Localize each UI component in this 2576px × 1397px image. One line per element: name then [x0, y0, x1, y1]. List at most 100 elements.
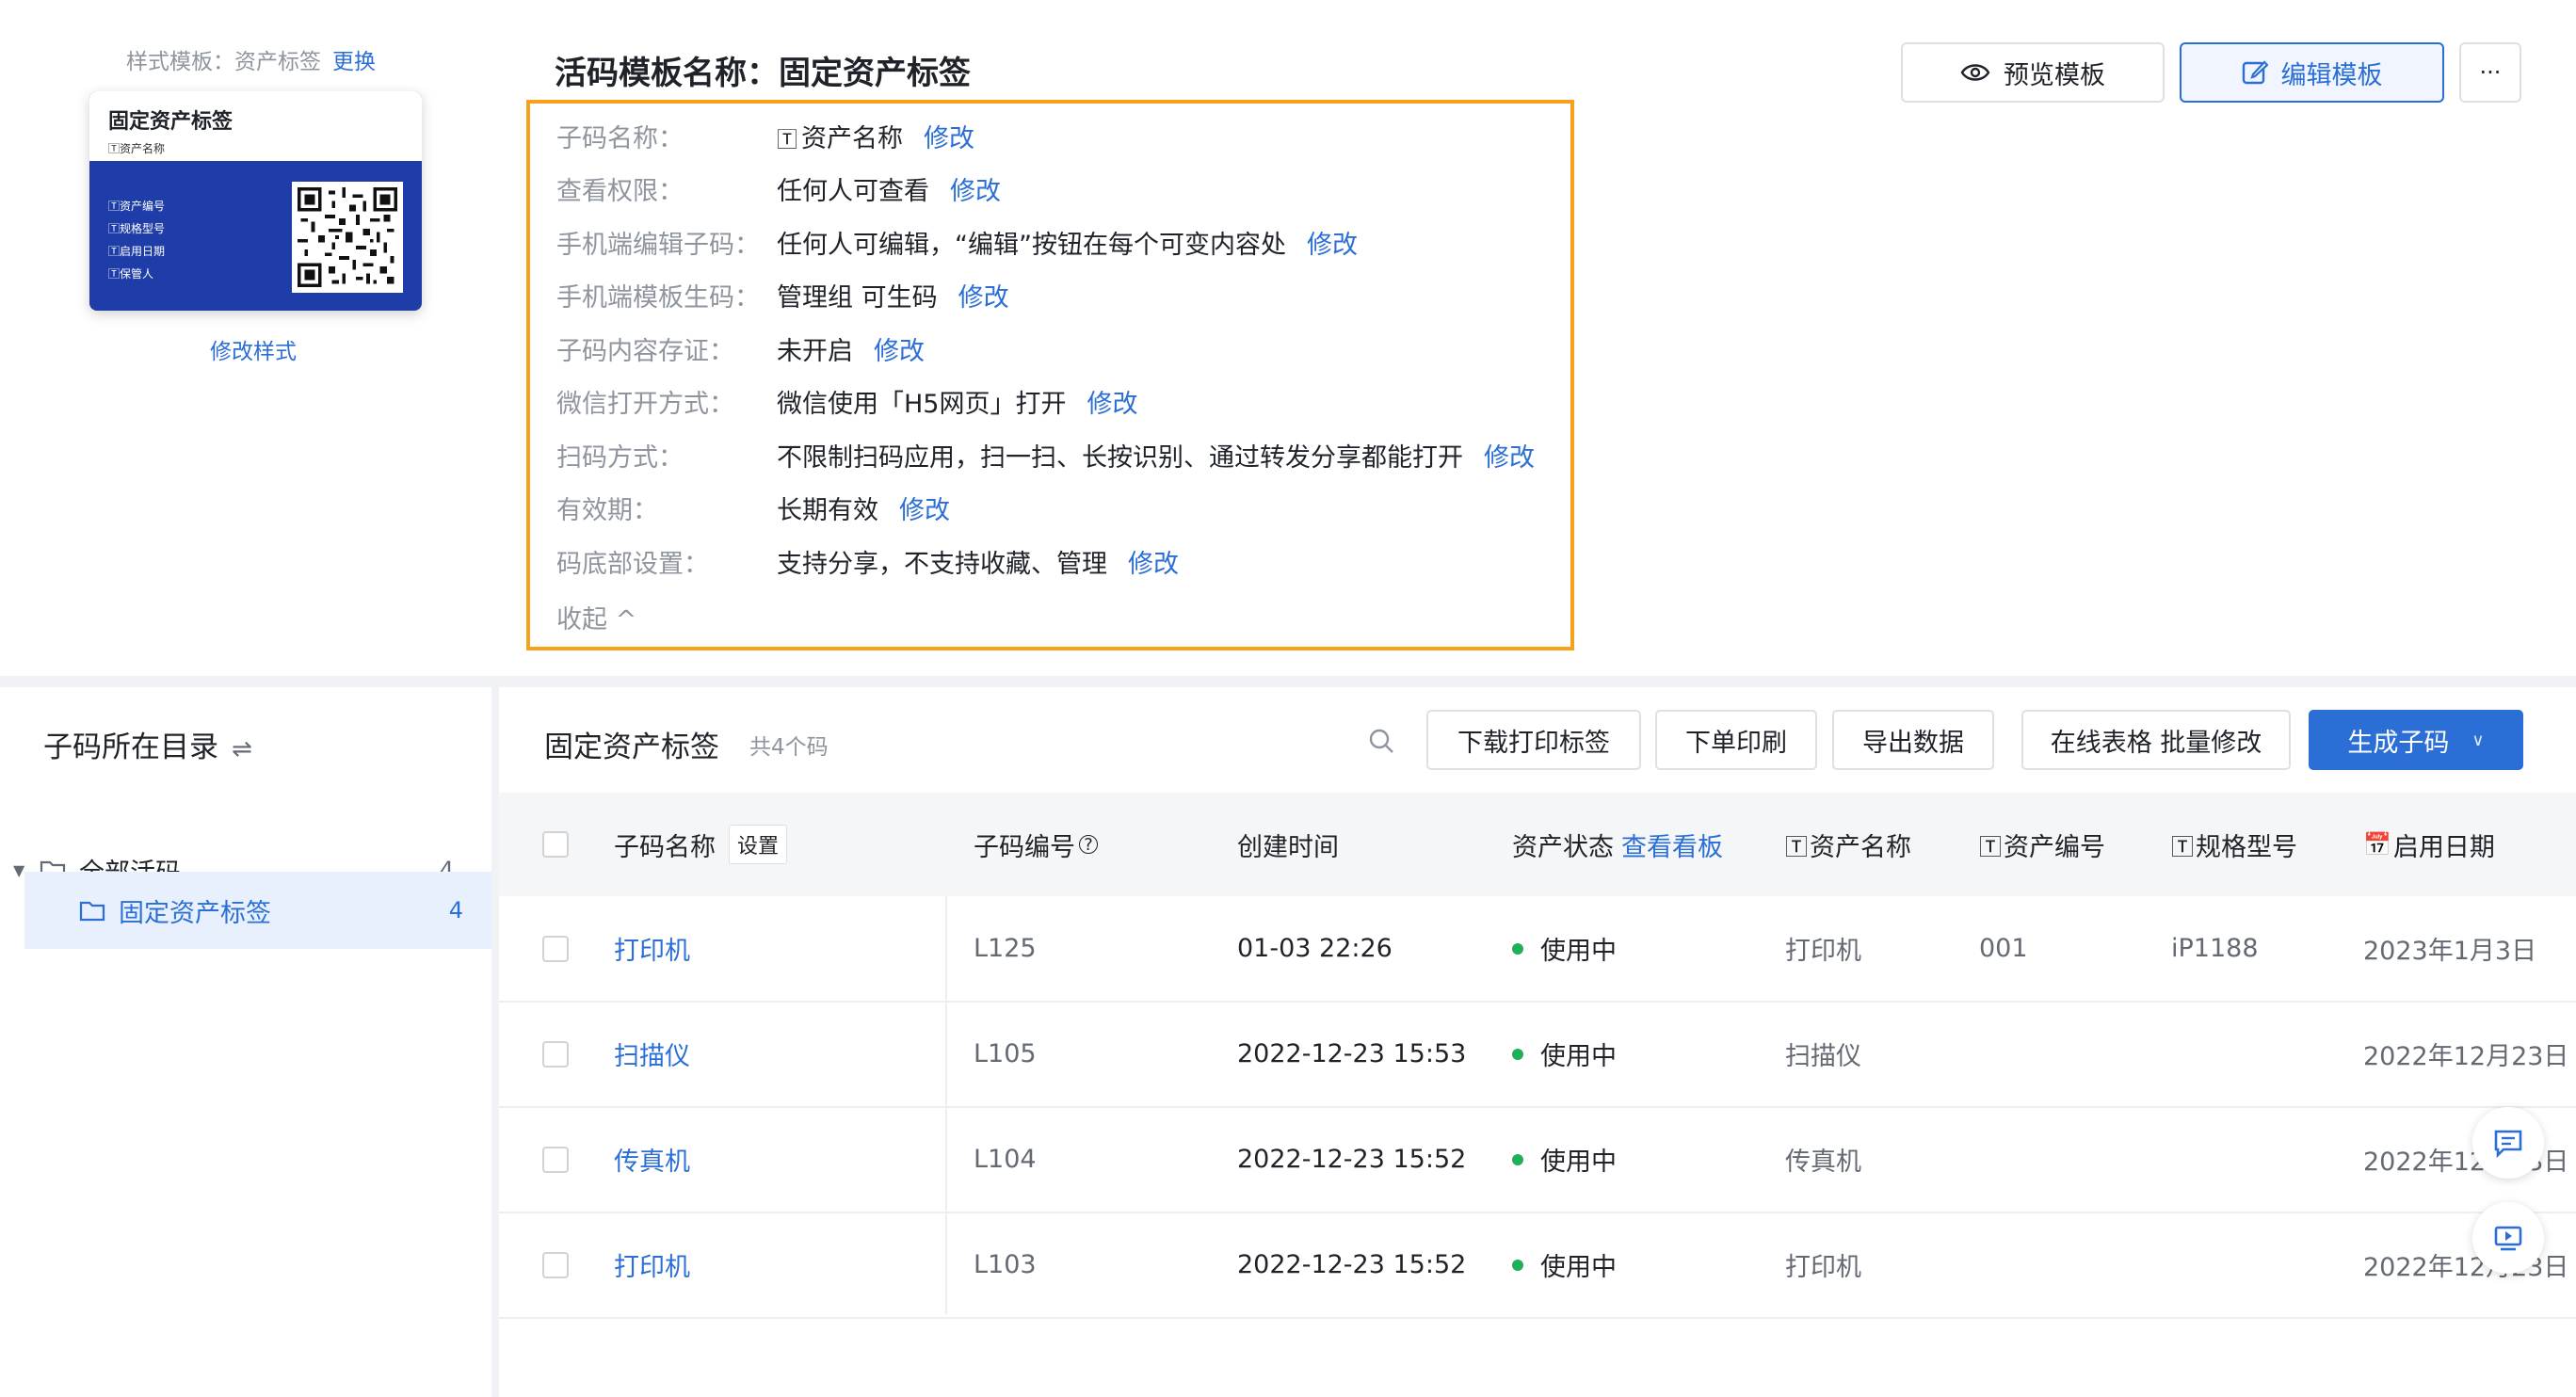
select-all-checkbox[interactable] [542, 831, 569, 858]
property-value: 任何人可编辑，“编辑”按钮在每个可变内容处 [777, 230, 1286, 260]
more-options-button[interactable]: ··· [2459, 42, 2521, 103]
column-name-label: 子码名称 [614, 832, 716, 862]
preview-template-button[interactable]: 预览模板 [1901, 42, 2165, 103]
modify-link[interactable]: 修改 [1128, 543, 1179, 580]
modify-link[interactable]: 修改 [1087, 383, 1137, 420]
asset-name: 打印机 [1785, 1253, 1861, 1282]
modify-link[interactable]: 修改 [1307, 224, 1358, 261]
property-key: 码底部设置： [556, 549, 709, 579]
column-header-asset-name: 🅃 资产名称 [1785, 793, 1911, 896]
view-dashboard-link[interactable]: 查看看板 [1621, 827, 1723, 863]
modify-link[interactable]: 修改 [899, 490, 950, 526]
text-field-icon: 🅃 [777, 128, 798, 153]
asset-name: 传真机 [1785, 1148, 1861, 1177]
subcode-number: L105 [974, 1039, 1037, 1068]
edit-icon [2242, 60, 2268, 85]
style-template-label: 样式模板：资产标签 [126, 50, 321, 74]
modify-link[interactable]: 修改 [958, 277, 1009, 313]
label-card-title: 固定资产标签 [108, 110, 233, 134]
generate-subcode-label: 生成子码 [2347, 728, 2450, 758]
property-value: 长期有效 [777, 495, 878, 525]
qr-code-icon [292, 182, 403, 293]
table-header: 子码名称 设置 子码编号 ? 创建时间 资产状态 查看看板 🅃 资产名称 🅃 资产编… [499, 793, 2576, 896]
directory-title: 子码所在目录 ⇌ [43, 723, 252, 765]
table-row[interactable]: 扫描仪 L105 2022-12-23 15:53 使用中 扫描仪 2022年1… [499, 1002, 2576, 1108]
column-asset-no-label: 资产编号 [2004, 832, 2105, 862]
subcode-name-link[interactable]: 扫描仪 [614, 1002, 690, 1106]
video-tutorial-button[interactable] [2472, 1202, 2544, 1274]
chevron-down-icon[interactable]: ∨ [2471, 731, 2484, 750]
download-print-labels-button[interactable]: 下载打印标签 [1426, 710, 1641, 770]
change-template-link[interactable]: 更换 [332, 50, 376, 74]
row-checkbox[interactable] [542, 1251, 569, 1278]
property-row: 子码内容存证： 未开启 修改 [556, 329, 925, 367]
edit-template-label: 编辑模板 [2280, 60, 2383, 90]
label-card-head: 固定资产标签 🅃资产名称 [89, 91, 422, 161]
folder-icon [79, 901, 105, 922]
asset-status: 使用中 [1512, 1002, 1617, 1106]
status-dot [1512, 1259, 1523, 1271]
property-row: 微信打开方式： 微信使用「H5网页」打开 修改 [556, 382, 1137, 420]
property-row: 扫码方式： 不限制扫码应用，扫一扫、长按识别、通过转发分享都能打开 修改 [556, 436, 1535, 474]
row-checkbox[interactable] [542, 1146, 569, 1173]
subcode-number: L125 [974, 934, 1037, 963]
property-value: 微信使用「H5网页」打开 [777, 389, 1067, 419]
row-select-cell [542, 896, 569, 1001]
property-row: 手机端模板生码： 管理组 可生码 修改 [556, 276, 1009, 313]
edit-style-link[interactable]: 修改样式 [210, 333, 297, 365]
modify-link[interactable]: 修改 [950, 170, 1001, 207]
column-header-created: 创建时间 [1237, 832, 1339, 862]
modify-link[interactable]: 修改 [924, 118, 974, 154]
start-date: 2023年1月3日 [2363, 937, 2537, 966]
modify-link[interactable]: 修改 [1484, 437, 1535, 474]
modify-link[interactable]: 修改 [874, 330, 925, 367]
property-value: 资产名称 [801, 123, 904, 153]
directory-sidebar: 子码所在目录⇌ ▼ 全部活码 4 固定资产标签 4 [0, 687, 491, 1397]
text-field-icon: 🅃 [2171, 833, 2194, 860]
property-key: 有效期： [556, 495, 658, 525]
help-icon[interactable]: ? [1079, 835, 1098, 855]
column-header-model: 🅃 规格型号 [2171, 793, 2297, 896]
order-printing-button[interactable]: 下单印刷 [1655, 710, 1817, 770]
property-key: 扫码方式： [556, 442, 684, 473]
swap-icon[interactable]: ⇌ [232, 735, 252, 763]
table-row[interactable]: 打印机 L103 2022-12-23 15:52 使用中 打印机 2022年1… [499, 1212, 2576, 1319]
column-header-asset-no: 🅃 资产编号 [1979, 793, 2105, 896]
export-data-button[interactable]: 导出数据 [1832, 710, 1994, 770]
model-number: iP1188 [2171, 934, 2259, 963]
row-checkbox[interactable] [542, 1040, 569, 1068]
eye-icon [1960, 64, 1990, 81]
subcode-name-link[interactable]: 打印机 [614, 896, 690, 1001]
table-row[interactable]: 打印机 L125 01-03 22:26 使用中 打印机 001 iP1188 … [499, 896, 2576, 1003]
generate-subcode-button[interactable]: 生成子码 ∨ [2309, 710, 2523, 770]
tree-item-fixed-asset-labels[interactable]: 固定资产标签 4 [24, 872, 491, 949]
label-card-subtitle: 🅃资产名称 [108, 142, 166, 155]
tree-item-label: 固定资产标签 [119, 898, 271, 928]
column-header-name: 子码名称 设置 [614, 793, 788, 896]
column-header-status: 资产状态 查看看板 [1512, 793, 1723, 896]
asset-status: 使用中 [1512, 896, 1617, 1001]
start-date: 2022年12月23日 [2363, 1042, 2569, 1071]
column-settings-button[interactable]: 设置 [729, 825, 788, 864]
subcode-name-link[interactable]: 打印机 [614, 1212, 690, 1317]
subcode-name-link[interactable]: 传真机 [614, 1107, 690, 1212]
property-key: 微信打开方式： [556, 389, 734, 419]
chat-icon [2494, 1130, 2522, 1159]
row-select-cell [542, 1107, 569, 1212]
status-dot [1512, 942, 1523, 955]
directory-title-text: 子码所在目录 [43, 731, 218, 764]
online-bulk-edit-button[interactable]: 在线表格 批量修改 [2021, 710, 2291, 770]
label-preview-card[interactable]: 固定资产标签 🅃资产名称 🅃资产编号 🅃规格型号 🅃启用日期 🅃保管人 [89, 91, 422, 311]
edit-template-button[interactable]: 编辑模板 [2180, 42, 2444, 103]
search-icon[interactable] [1367, 727, 1395, 755]
code-list-panel: 固定资产标签 共4个码 下载打印标签 下单印刷 导出数据 在线表格 批量修改 生… [499, 687, 2576, 1397]
status-dot [1512, 1048, 1523, 1060]
subcode-number: L104 [974, 1145, 1037, 1174]
row-checkbox[interactable] [542, 935, 569, 962]
table-row[interactable]: 传真机 L104 2022-12-23 15:52 使用中 传真机 2022年1… [499, 1107, 2576, 1213]
property-value-wrap: 🅃 资产名称 [777, 118, 903, 154]
collapse-toggle[interactable]: 收起 ^ [556, 599, 636, 635]
list-title: 固定资产标签 [544, 731, 719, 764]
asset-name: 打印机 [1785, 937, 1861, 966]
feedback-chat-button[interactable] [2472, 1107, 2544, 1179]
